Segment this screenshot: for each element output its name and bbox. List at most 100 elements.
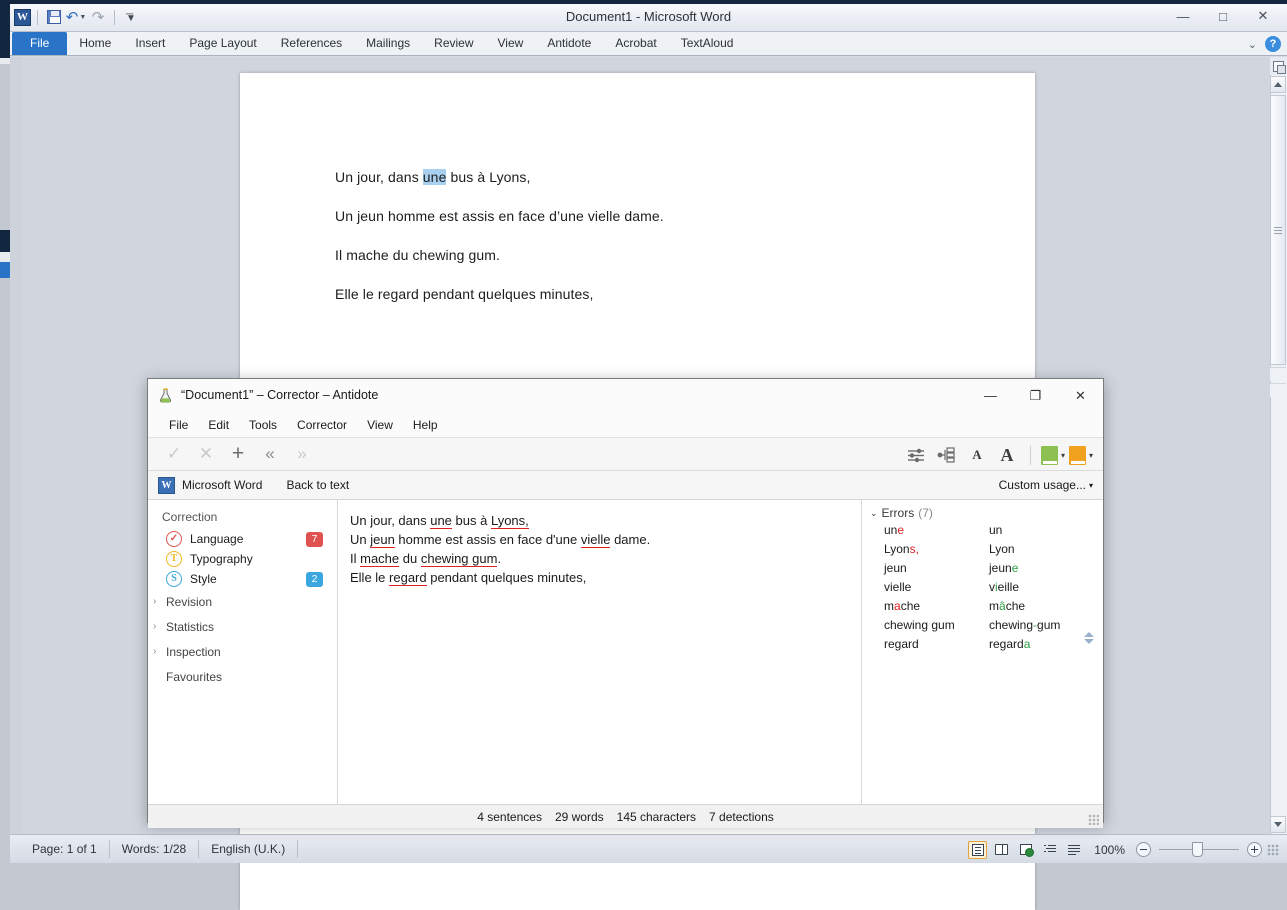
style-count-badge: 2 <box>306 571 323 587</box>
structure-hierarchy-icon[interactable] <box>934 442 960 468</box>
close-button[interactable]: ✕ <box>1243 4 1283 28</box>
collapse-ribbon-icon[interactable]: ⌄ <box>1248 38 1257 51</box>
detected-error[interactable]: chewing gum <box>420 551 498 567</box>
tab-acrobat[interactable]: Acrobat <box>603 32 668 55</box>
corrector-text-run: Un jour, dans <box>350 513 431 528</box>
status-language[interactable]: English (U.K.) <box>199 840 299 858</box>
settings-sliders-icon[interactable] <box>904 442 930 468</box>
errors-panel-header[interactable]: ⌄ Errors (7) <box>862 506 1103 520</box>
tab-insert[interactable]: Insert <box>123 32 177 55</box>
zoom-in-button[interactable] <box>1247 842 1262 857</box>
document-text[interactable]: Un jour, dans une bus à Lyons, Un jeun h… <box>335 168 975 324</box>
menu-edit[interactable]: Edit <box>199 415 238 435</box>
text-run: regard <box>989 636 1024 651</box>
chevron-down-icon[interactable]: ▾ <box>1061 451 1065 460</box>
typography-t-icon: T <box>166 551 182 567</box>
custom-usage-dropdown[interactable]: Custom usage... ▾ <box>999 478 1093 492</box>
error-row[interactable]: chewing gum chewing-gum <box>862 615 1103 634</box>
sidebar-item-typography[interactable]: T Typography <box>148 549 337 569</box>
tab-antidote[interactable]: Antidote <box>535 32 603 55</box>
minimize-button[interactable]: — <box>1163 4 1203 28</box>
select-browse-object-icon[interactable] <box>1270 57 1286 75</box>
sidebar-item-inspection[interactable]: › Inspection <box>148 639 337 664</box>
vertical-scrollbar[interactable] <box>1270 57 1287 834</box>
antidote-maximize-button[interactable]: ❐ <box>1013 379 1058 412</box>
menu-tools[interactable]: Tools <box>240 415 286 435</box>
back-to-text-button[interactable]: Back to text <box>286 478 349 492</box>
bg-strip-segment <box>0 278 10 863</box>
tab-mailings[interactable]: Mailings <box>354 32 422 55</box>
sidebar-item-statistics[interactable]: › Statistics <box>148 614 337 639</box>
error-row[interactable]: regard regarda <box>862 634 1103 653</box>
draft-view-icon <box>1067 844 1080 855</box>
menu-corrector[interactable]: Corrector <box>288 415 356 435</box>
error-row[interactable]: une un <box>862 520 1103 539</box>
tab-textaloud[interactable]: TextAloud <box>669 32 746 55</box>
view-draft-button[interactable] <box>1064 841 1083 859</box>
accept-correction-button[interactable]: ✓ <box>158 441 190 467</box>
scroll-up-button[interactable] <box>1270 76 1286 93</box>
errors-scroll-spinner[interactable] <box>1084 632 1094 644</box>
view-outline-button[interactable] <box>1040 841 1059 859</box>
dictionary-button[interactable]: ▾ <box>1040 442 1065 468</box>
tab-home[interactable]: Home <box>67 32 123 55</box>
zoom-slider-thumb[interactable] <box>1192 842 1203 857</box>
antidote-minimize-button[interactable]: — <box>968 379 1013 412</box>
zoom-level[interactable]: 100% <box>1094 843 1125 857</box>
detected-error[interactable]: regard <box>389 570 427 586</box>
bg-strip-segment <box>0 64 10 230</box>
text-run: Lyon <box>989 541 1015 556</box>
status-words[interactable]: Words: 1/28 <box>110 840 200 858</box>
decrease-font-size-button[interactable]: A <box>964 442 990 468</box>
scrollbar-thumb[interactable] <box>1270 95 1286 365</box>
menu-view[interactable]: View <box>358 415 402 435</box>
add-to-dictionary-button[interactable]: + <box>222 441 254 467</box>
previous-detection-button[interactable]: « <box>254 441 286 467</box>
error-row[interactable]: Lyons, Lyon <box>862 539 1103 558</box>
detected-error[interactable]: Lyons, <box>490 513 529 529</box>
chevron-down-icon[interactable]: ▾ <box>1089 451 1093 460</box>
text-run: regard <box>884 636 919 651</box>
error-row[interactable]: jeun jeune <box>862 558 1103 577</box>
maximize-button[interactable]: □ <box>1203 4 1243 28</box>
tab-page-layout[interactable]: Page Layout <box>177 32 268 55</box>
tab-view[interactable]: View <box>486 32 536 55</box>
sidebar-item-favourites[interactable]: Favourites <box>148 664 337 689</box>
guides-button[interactable]: ▾ <box>1068 442 1093 468</box>
menu-help[interactable]: Help <box>404 415 447 435</box>
help-icon[interactable]: ? <box>1265 36 1281 52</box>
errors-panel: ⌄ Errors (7) une un Lyons, Lyon jeun jeune vie… <box>862 500 1103 804</box>
chevron-down-icon <box>1084 639 1094 644</box>
view-full-screen-reading-button[interactable] <box>992 841 1011 859</box>
word-icon: W <box>158 476 175 494</box>
view-web-layout-button[interactable] <box>1016 841 1035 859</box>
reject-correction-button[interactable]: ✕ <box>190 441 222 467</box>
resize-grip-icon[interactable] <box>1088 814 1099 825</box>
view-print-layout-button[interactable] <box>968 840 988 859</box>
error-row[interactable]: mache mâche <box>862 596 1103 615</box>
error-row[interactable]: vielle vieille <box>862 577 1103 596</box>
detected-error[interactable]: vielle <box>580 532 611 548</box>
zoom-slider[interactable] <box>1159 842 1239 857</box>
resize-grip-icon[interactable] <box>1267 843 1279 856</box>
detected-error[interactable]: une <box>430 513 452 529</box>
error-original: regard <box>884 637 989 651</box>
diff-char: e <box>1011 560 1019 575</box>
sidebar-item-language[interactable]: ✓ Language 7 <box>148 529 337 549</box>
selected-word[interactable]: une <box>422 169 447 185</box>
status-page[interactable]: Page: 1 of 1 <box>20 840 110 858</box>
sidebar-item-style[interactable]: S Style 2 <box>148 569 337 589</box>
menu-file[interactable]: File <box>160 415 197 435</box>
increase-font-size-button[interactable]: A <box>994 442 1020 468</box>
detected-error[interactable]: jeun <box>370 532 395 548</box>
corrector-text-panel[interactable]: Un jour, dans une bus à Lyons, Un jeun h… <box>338 500 862 804</box>
tab-review[interactable]: Review <box>422 32 485 55</box>
detected-error[interactable]: mache <box>360 551 400 567</box>
scroll-down-button[interactable] <box>1270 816 1286 833</box>
tab-references[interactable]: References <box>269 32 354 55</box>
zoom-out-button[interactable] <box>1136 842 1151 857</box>
next-detection-button[interactable]: » <box>286 441 318 467</box>
tab-file[interactable]: File <box>12 32 68 55</box>
antidote-close-button[interactable]: ✕ <box>1058 379 1103 412</box>
sidebar-item-revision[interactable]: › Revision <box>148 589 337 614</box>
